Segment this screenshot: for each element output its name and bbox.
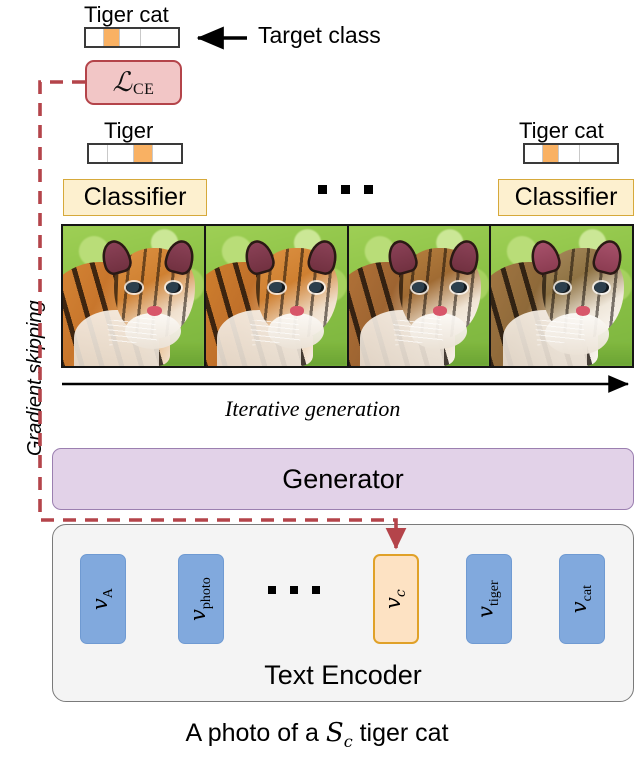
classifier-left-box[interactable]: Classifier bbox=[63, 179, 207, 216]
token-v-c-label: vc bbox=[380, 589, 410, 609]
prob-bar-segment-3 bbox=[580, 145, 617, 162]
token-v-photo[interactable]: vphoto bbox=[178, 554, 224, 644]
generated-image-step-2[interactable] bbox=[205, 226, 347, 366]
prob-bar-segment-3 bbox=[152, 145, 181, 162]
token-ellipsis bbox=[268, 586, 320, 594]
token-v-tiger-label: vtiger bbox=[473, 580, 503, 618]
token-v-cat-label: vcat bbox=[566, 584, 596, 614]
prob-bar-segment-0 bbox=[525, 145, 543, 162]
classifier-right-bar-label: Tiger cat bbox=[519, 118, 604, 143]
caption-suffix: tiger cat bbox=[352, 719, 449, 747]
token-v-photo-label: vphoto bbox=[185, 577, 215, 621]
generated-image-step-3[interactable] bbox=[348, 226, 490, 366]
prob-bar-segment-0 bbox=[86, 29, 104, 46]
generator-box[interactable]: Generator bbox=[52, 448, 634, 510]
classifier-right-box[interactable]: Classifier bbox=[498, 179, 634, 216]
generated-image-step-1[interactable] bbox=[63, 226, 204, 366]
prob-bar-segment-0 bbox=[89, 145, 108, 162]
target-class-annotation: Target class bbox=[258, 22, 381, 48]
token-v-c[interactable]: vc bbox=[373, 554, 419, 644]
target-class-prob-bar bbox=[84, 27, 180, 48]
prob-bar-segment-2 bbox=[120, 29, 142, 46]
prob-bar-segment-1 bbox=[107, 145, 134, 162]
prob-bar-segment-2 bbox=[133, 145, 153, 162]
token-v-tiger[interactable]: vtiger bbox=[466, 554, 512, 644]
prompt-caption: A photo of a Sc tiger cat bbox=[0, 718, 634, 751]
loss-symbol: ℒ bbox=[112, 67, 132, 98]
prob-bar-segment-2 bbox=[559, 145, 581, 162]
classifier-left-bar-label: Tiger bbox=[104, 118, 154, 143]
target-bar-label: Tiger cat bbox=[84, 2, 169, 27]
loss-subscript: CE bbox=[133, 81, 155, 98]
classifier-ellipsis bbox=[318, 185, 373, 194]
cross-entropy-loss-box: ℒ CE bbox=[85, 60, 182, 105]
token-v-cat[interactable]: vcat bbox=[559, 554, 605, 644]
prob-bar-segment-1 bbox=[542, 145, 560, 162]
caption-prefix: A photo of a bbox=[185, 719, 326, 747]
text-encoder-box: Text Encoder bbox=[52, 524, 634, 702]
token-v-a[interactable]: vA bbox=[80, 554, 126, 644]
generator-label: Generator bbox=[282, 463, 404, 494]
generated-image-strip bbox=[61, 224, 634, 368]
generated-image-step-4[interactable] bbox=[491, 226, 632, 366]
figure-canvas: Tiger cat Target class ℒ CE Tiger Classif… bbox=[0, 0, 634, 764]
classifier-left-prob-bar bbox=[87, 143, 183, 164]
caption-symbol: Sc bbox=[325, 718, 353, 752]
prob-bar-segment-3 bbox=[141, 29, 178, 46]
classifier-left-label: Classifier bbox=[83, 183, 187, 211]
classifier-right-label: Classifier bbox=[514, 183, 618, 211]
iterative-generation-label: Iterative generation bbox=[225, 396, 401, 421]
gradient-skipping-label: Gradient skipping bbox=[24, 300, 46, 456]
classifier-right-prob-bar bbox=[523, 143, 619, 164]
text-encoder-title: Text Encoder bbox=[264, 660, 422, 690]
token-v-a-label: vA bbox=[87, 588, 117, 610]
prob-bar-segment-1 bbox=[103, 29, 121, 46]
